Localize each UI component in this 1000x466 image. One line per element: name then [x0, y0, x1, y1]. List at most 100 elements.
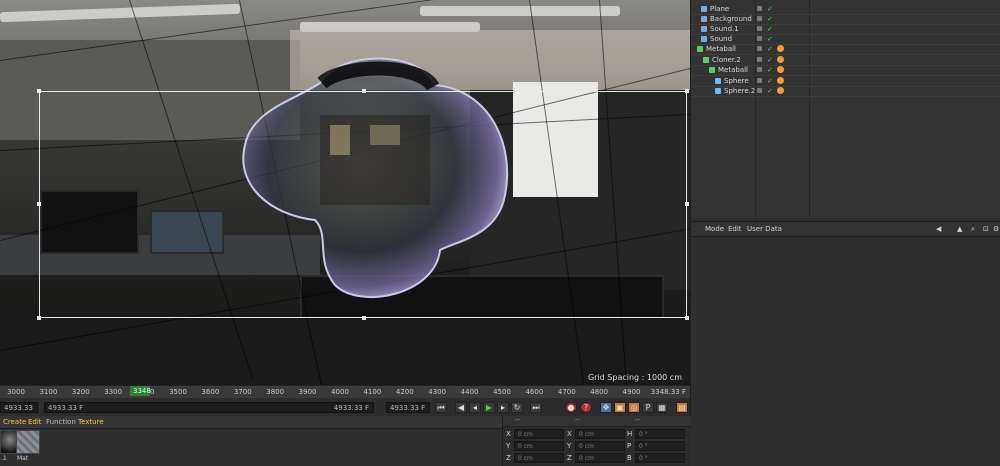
coordinate-axis-label: Z — [567, 454, 572, 462]
enabled-check-icon[interactable]: ✓ — [767, 24, 773, 34]
coordinate-value-field[interactable]: 0 cm — [514, 441, 564, 451]
enabled-check-icon[interactable]: ✓ — [767, 76, 773, 86]
previous-frame-button[interactable]: ◂ — [469, 402, 481, 413]
tag-icon[interactable] — [777, 56, 784, 63]
timeline-tick-label: 3600 — [201, 388, 220, 396]
tag-icon[interactable] — [777, 45, 784, 52]
tag-icon[interactable] — [777, 66, 784, 73]
menu-function[interactable]: Function — [46, 418, 76, 426]
frame-handle[interactable] — [37, 316, 41, 320]
frame-handle[interactable] — [685, 89, 689, 93]
coordinates-manager[interactable]: -- -- -- X0 cm X 0 cm H 0 ° Y 0 cm Y 0 cm P 0 ° Z 0 … — [502, 416, 691, 466]
current-frame-label: 3348.33 F — [650, 388, 686, 396]
coordinate-axis-label: Y — [506, 442, 511, 450]
visibility-dot-icon[interactable] — [757, 88, 762, 93]
scale-key-icon[interactable]: ▣ — [614, 402, 626, 413]
object-row[interactable]: Sound ✓ — [691, 34, 1000, 44]
object-row[interactable]: Sphere.2 ✓ — [691, 86, 1000, 96]
enabled-check-icon[interactable]: ✓ — [767, 55, 773, 65]
object-row[interactable]: Metaball ✓ — [691, 44, 1000, 54]
start-frame-field[interactable]: 4933.33 F — [0, 402, 38, 423]
visibility-dot-icon[interactable] — [757, 46, 762, 51]
loop-button[interactable]: ↻ — [511, 402, 523, 413]
visibility-dot-icon[interactable] — [757, 67, 762, 72]
enabled-check-icon[interactable]: ✓ — [767, 14, 773, 24]
coordinate-row: X0 cm X 0 cm H 0 ° — [503, 429, 691, 440]
settings-icon[interactable]: ⚙ — [993, 225, 999, 233]
material-thumbnail[interactable] — [16, 430, 40, 454]
object-row[interactable]: Cloner.2 ✓ — [691, 55, 1000, 65]
object-row[interactable]: Background ✓ — [691, 14, 1000, 24]
menu-mode[interactable]: Mode — [705, 225, 724, 233]
menu-edit[interactable]: Edit — [728, 225, 742, 233]
end-frame-field[interactable]: 4933.33 F — [386, 402, 430, 413]
visibility-dot-icon[interactable] — [757, 6, 762, 11]
next-frame-button[interactable]: ▸ — [497, 402, 509, 413]
lock-icon[interactable]: ⊡ — [983, 225, 989, 233]
object-row[interactable]: Sphere ✓ — [691, 76, 1000, 86]
search-icon[interactable]: ⌕ — [971, 225, 975, 234]
visibility-dot-icon[interactable] — [757, 36, 762, 41]
visibility-dot-icon[interactable] — [757, 57, 762, 62]
visibility-dot-icon[interactable] — [757, 78, 762, 83]
material-name: .1 — [1, 455, 7, 462]
enabled-check-icon[interactable]: ✓ — [767, 44, 773, 54]
object-row[interactable]: Metaball ✓ — [691, 65, 1000, 75]
go-to-end-button[interactable]: ⏭ — [530, 402, 542, 413]
move-key-icon[interactable]: ✥ — [600, 402, 612, 413]
menu-edit[interactable]: Edit — [28, 418, 42, 426]
menu-user-data[interactable]: User Data — [747, 225, 782, 233]
object-manager[interactable]: Plane ✓ Background ✓ Sound.1 ✓ Sound ✓ Metaball ✓… — [690, 0, 1000, 218]
record-button[interactable]: ● — [565, 402, 577, 413]
visibility-dot-icon[interactable] — [757, 16, 762, 21]
frame-handle[interactable] — [685, 316, 689, 320]
frame-handle[interactable] — [37, 202, 41, 206]
param-key-icon[interactable]: P — [642, 402, 654, 413]
enabled-check-icon[interactable]: ✓ — [767, 34, 773, 44]
frame-handle[interactable] — [362, 316, 366, 320]
timeline-window-icon[interactable]: ▤ — [676, 402, 688, 413]
material-name: Mat — [17, 455, 29, 462]
object-row[interactable]: Plane ✓ — [691, 4, 1000, 14]
frame-handle[interactable] — [362, 89, 366, 93]
attribute-menubar: Mode Edit User Data ◀ ▲ ⌕ ⊡ ⚙ — [691, 221, 1000, 237]
up-arrow-icon[interactable]: ▲ — [957, 225, 962, 233]
rotate-key-icon[interactable]: ◎ — [628, 402, 640, 413]
coordinate-value-field[interactable]: 0 ° — [635, 441, 685, 451]
timeline-ruler[interactable]: 3000310032003300340035003600370038003900… — [0, 385, 690, 399]
coordinate-value-field[interactable]: 0 ° — [635, 429, 685, 439]
3d-viewport[interactable]: Grid Spacing : 1000 cm — [0, 0, 690, 385]
material-menubar: Create Edit Function Texture — [0, 416, 502, 429]
enabled-check-icon[interactable]: ✓ — [767, 86, 773, 96]
timeline-tick-label: 4400 — [460, 388, 479, 396]
tag-icon[interactable] — [777, 87, 784, 94]
coordinate-value-field[interactable]: 0 cm — [575, 441, 625, 451]
coordinate-value-field[interactable]: 0 cm — [575, 453, 625, 463]
back-arrow-icon[interactable]: ◀ — [936, 225, 941, 233]
menu-texture[interactable]: Texture — [78, 418, 104, 426]
object-row[interactable]: Sound.1 ✓ — [691, 24, 1000, 34]
preview-range-slider[interactable]: 4933.33 F 4933.33 F — [44, 402, 374, 413]
menu-create[interactable]: Create — [3, 418, 26, 426]
visibility-dot-icon[interactable] — [757, 26, 762, 31]
go-to-start-button[interactable]: ⏮ — [435, 402, 447, 413]
coordinate-value-field[interactable]: 0 cm — [575, 429, 625, 439]
frame-handle[interactable] — [685, 202, 689, 206]
pla-key-icon[interactable]: ▦ — [656, 402, 668, 413]
play-button[interactable]: ▶ — [483, 402, 495, 413]
render-frame[interactable] — [37, 89, 689, 320]
coordinate-value-field[interactable]: 0 cm — [514, 453, 564, 463]
sound-icon — [701, 26, 707, 32]
tag-icon[interactable] — [777, 77, 784, 84]
enabled-check-icon[interactable]: ✓ — [767, 65, 773, 75]
material-manager[interactable]: Create Edit Function Texture .1 Mat — [0, 416, 502, 466]
enabled-check-icon[interactable]: ✓ — [767, 4, 773, 14]
timeline-playhead[interactable]: 3348 — [130, 386, 151, 396]
autokey-button[interactable]: ? — [580, 402, 592, 413]
timeline-tick-label: 4600 — [525, 388, 544, 396]
coordinate-value-field[interactable]: 0 cm — [514, 429, 564, 439]
attribute-manager[interactable]: Mode Edit User Data ◀ ▲ ⌕ ⊡ ⚙ — [690, 218, 1000, 466]
previous-key-button[interactable]: ◀ — [455, 402, 467, 413]
frame-handle[interactable] — [37, 89, 41, 93]
coordinate-value-field[interactable]: 0 ° — [635, 453, 685, 463]
